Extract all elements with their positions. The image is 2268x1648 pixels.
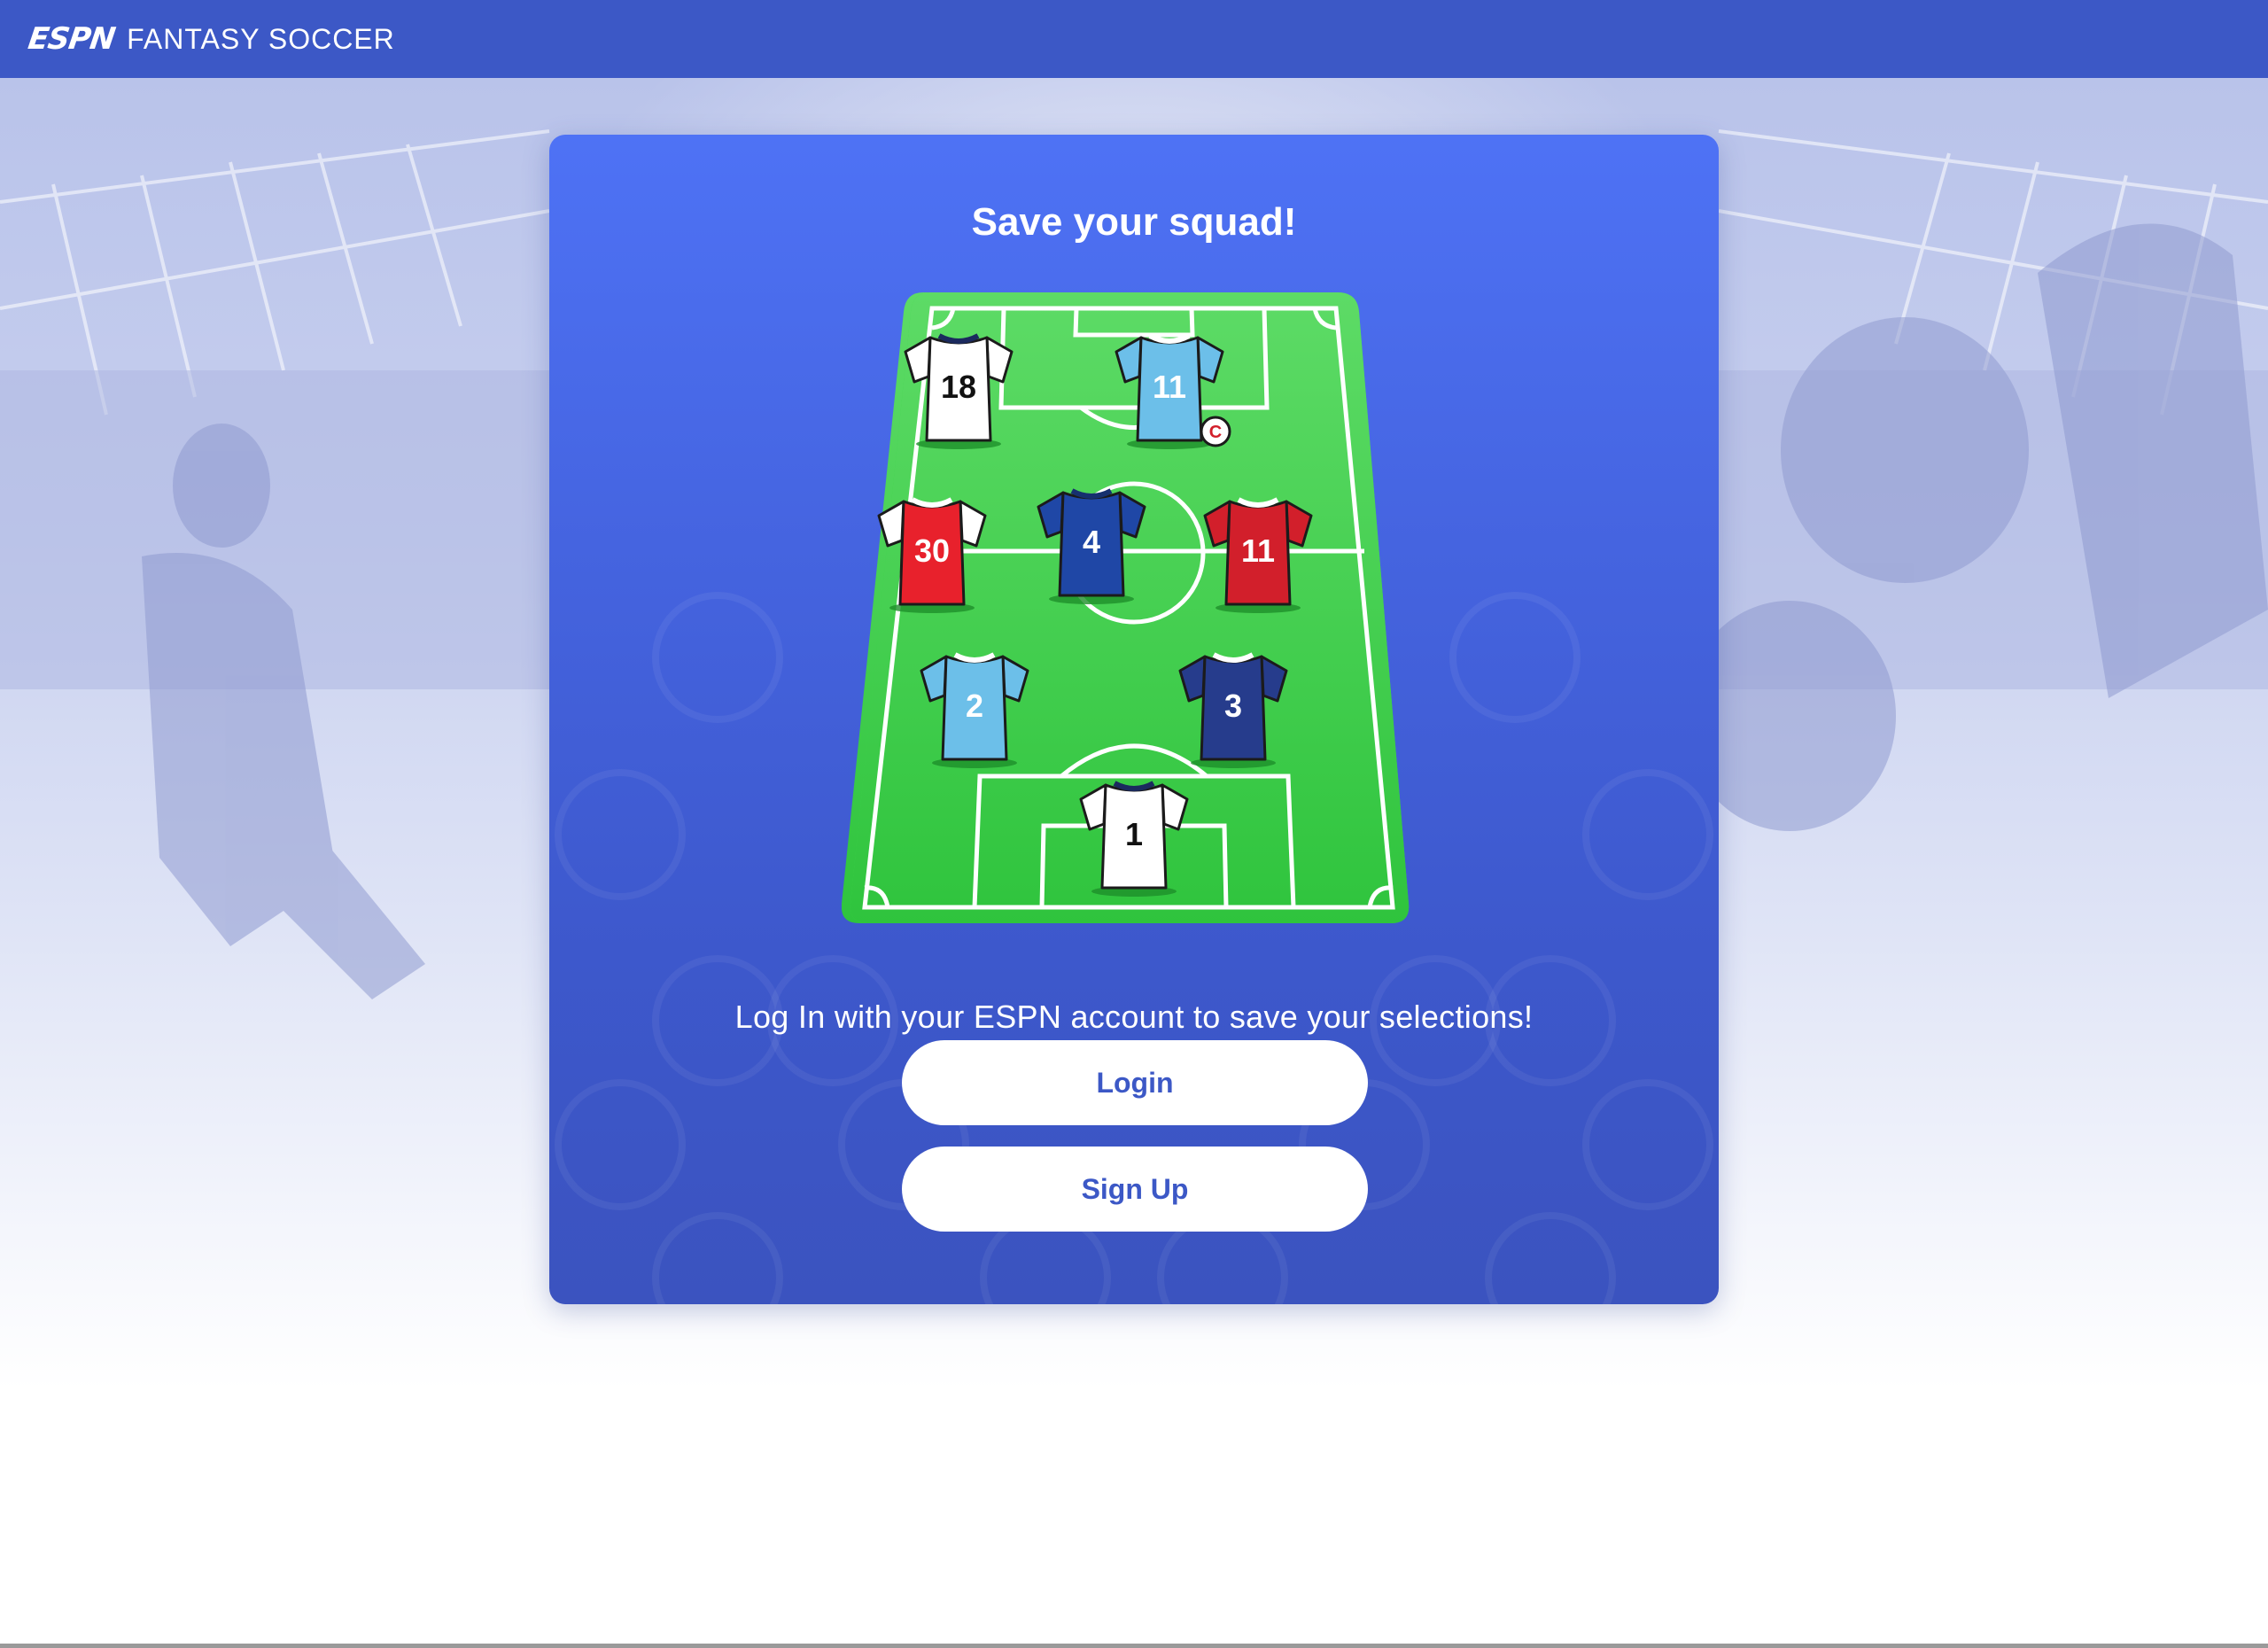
page-bottom-edge — [0, 1644, 2268, 1648]
save-squad-card: Save your squad! 18 11 C 30 4 11 2 3 1 Log In wi… — [549, 135, 1719, 1304]
jersey-number: 18 — [941, 369, 976, 405]
card-title: Save your squad! — [971, 200, 1297, 244]
jersey-number: 4 — [1083, 524, 1100, 560]
top-bar: ESPN FANTASY SOCCER — [0, 0, 2268, 78]
login-button[interactable]: Login — [902, 1040, 1368, 1125]
login-prompt-text: Log In with your ESPN account to save yo… — [734, 999, 1534, 1035]
captain-badge-label: C — [1209, 423, 1222, 442]
jersey-number: 1 — [1125, 816, 1143, 852]
jersey-number: 3 — [1224, 688, 1242, 724]
jersey-number: 11 — [1153, 369, 1186, 405]
espn-fantasy-logo[interactable]: ESPN FANTASY SOCCER — [26, 21, 395, 57]
jersey-number: 11 — [1241, 532, 1275, 569]
jersey-number: 2 — [966, 688, 983, 724]
espn-logo-mark: ESPN — [26, 21, 117, 57]
sign-up-button[interactable]: Sign Up — [902, 1147, 1368, 1232]
jersey-number: 30 — [914, 532, 950, 569]
squad-pitch: 18 11 C 30 4 11 2 3 1 — [842, 292, 1410, 923]
product-name: FANTASY SOCCER — [127, 23, 395, 55]
